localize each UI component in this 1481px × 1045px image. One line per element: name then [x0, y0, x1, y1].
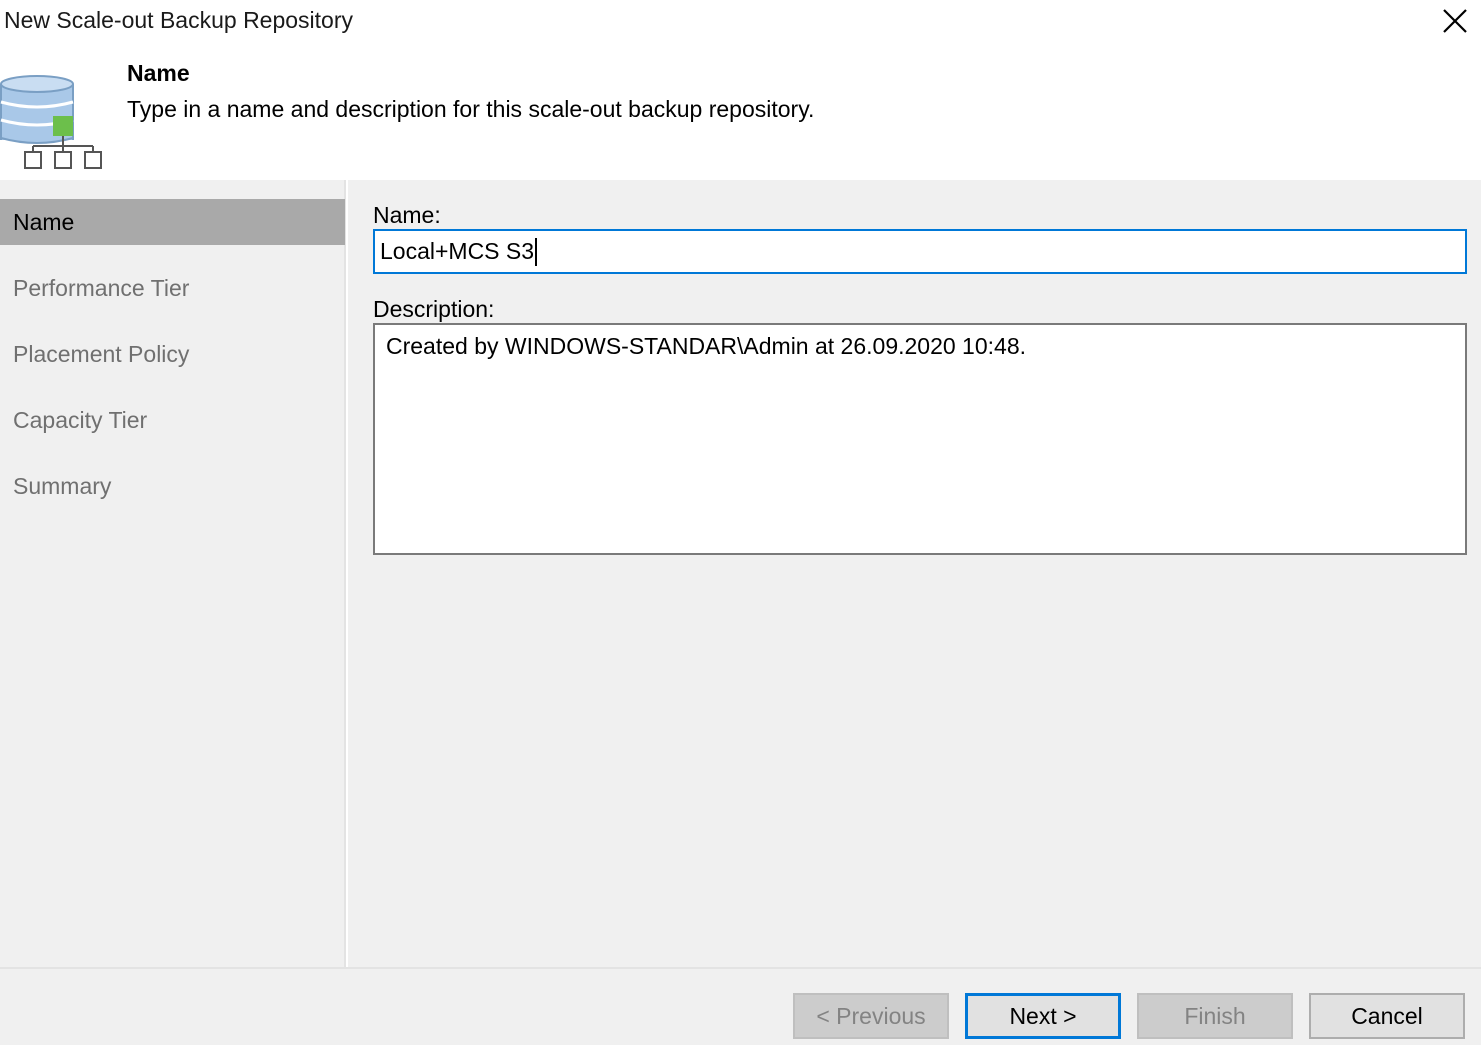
previous-button[interactable]: < Previous [793, 993, 949, 1039]
step-label: Summary [13, 472, 112, 499]
step-content: Name: Local+MCS S3 Description: Created … [348, 180, 1481, 967]
close-icon [1443, 9, 1467, 33]
wizard-steps-sidebar: Name Performance Tier Placement Policy C… [0, 180, 346, 967]
step-description: Type in a name and description for this … [127, 96, 815, 122]
finish-button[interactable]: Finish [1137, 993, 1293, 1039]
database-repository-icon [0, 75, 102, 169]
step-label: Placement Policy [13, 340, 190, 367]
step-summary[interactable]: Summary [0, 463, 345, 509]
next-button[interactable]: Next > [965, 993, 1121, 1039]
text-caret [535, 237, 538, 266]
title-bar: New Scale-out Backup Repository [0, 0, 1481, 44]
wizard-header: Name Type in a name and description for … [0, 44, 1481, 180]
name-input[interactable]: Local+MCS S3 [373, 229, 1467, 274]
wizard-window: New Scale-out Backup Repository Name Typ… [0, 0, 1481, 1045]
step-label: Capacity Tier [13, 406, 148, 433]
description-textarea[interactable]: Created by WINDOWS-STANDAR\Admin at 26.0… [373, 323, 1467, 555]
description-label: Description: [373, 296, 495, 322]
name-label: Name: [373, 202, 441, 228]
wizard-footer: < Previous Next > Finish Cancel [0, 967, 1481, 1045]
description-value: Created by WINDOWS-STANDAR\Admin at 26.0… [386, 333, 1027, 359]
window-title: New Scale-out Backup Repository [4, 7, 353, 33]
step-label: Performance Tier [13, 274, 190, 301]
step-name[interactable]: Name [0, 199, 345, 245]
step-title: Name [127, 60, 190, 86]
step-placement-policy[interactable]: Placement Policy [0, 331, 345, 377]
step-capacity-tier[interactable]: Capacity Tier [0, 397, 345, 443]
name-input-value: Local+MCS S3 [380, 238, 535, 264]
step-performance-tier[interactable]: Performance Tier [0, 265, 345, 311]
cancel-button[interactable]: Cancel [1309, 993, 1465, 1039]
step-label: Name [13, 208, 75, 235]
close-button[interactable] [1435, 2, 1475, 40]
